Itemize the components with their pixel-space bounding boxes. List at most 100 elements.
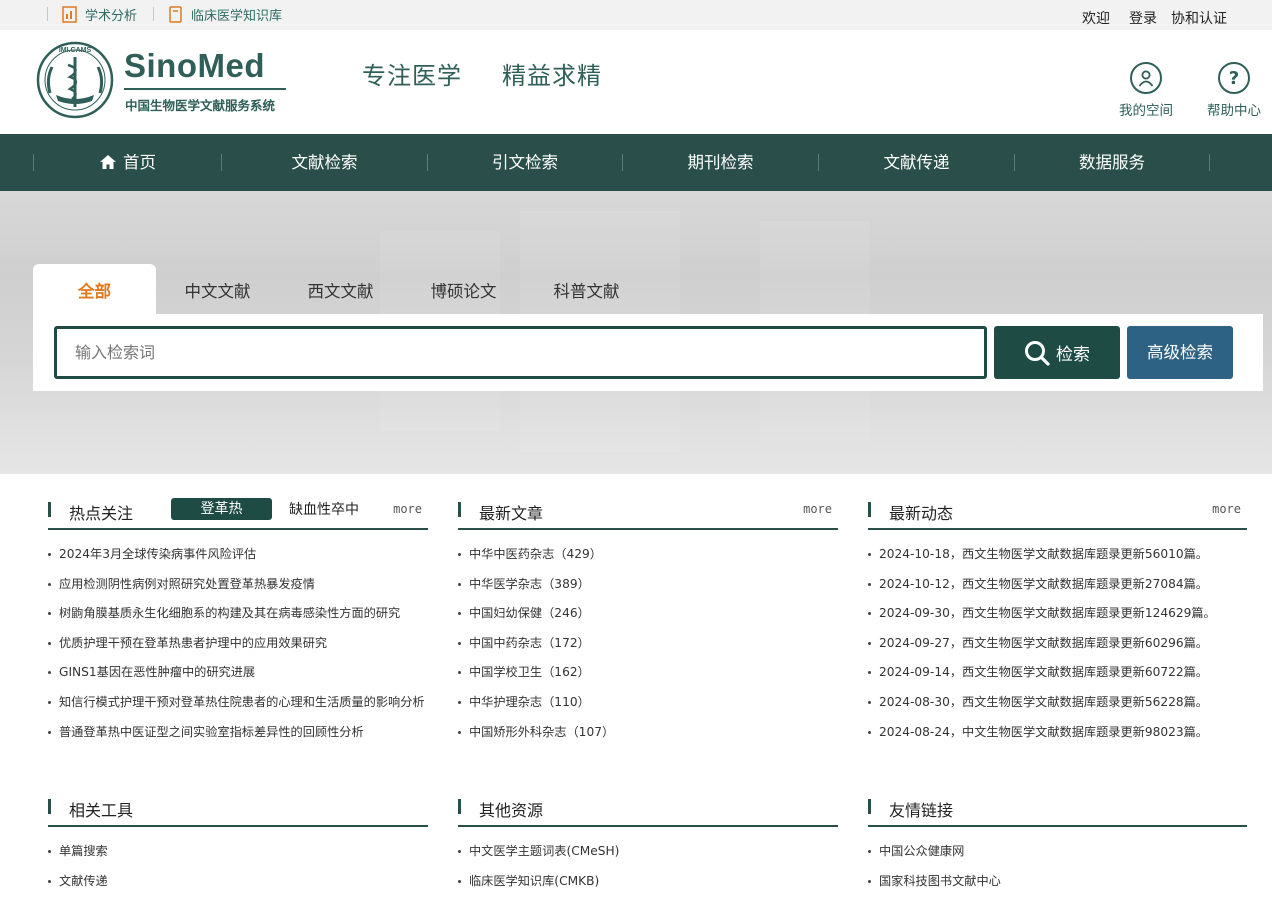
latest-articles-panel: 最新文章 more 中华中医药杂志（429） 中华医学杂志（389） 中国妇幼保… (458, 499, 838, 747)
panel-header: 热点关注 登革热 缺血性卒中 more (48, 498, 428, 530)
list-item[interactable]: 普通登革热中医证型之间实验室指标差异性的回顾性分析 (48, 718, 428, 748)
friendly-links-panel: 友情链接 中国公众健康网 国家科技图书文献中心 (868, 796, 1247, 896)
list-item[interactable]: 应用检测阴性病例对照研究处置登革热暴发疫情 (48, 570, 428, 600)
panel-title: 相关工具 (69, 801, 134, 820)
news-list: 2024-10-18，西文生物医学文献数据库题录更新56010篇。 2024-1… (868, 540, 1247, 747)
list-item[interactable]: 中国妇幼保健（246） (458, 599, 838, 629)
list-item[interactable]: 中国学校卫生（162） (458, 658, 838, 688)
brand-name[interactable]: SinoMed (124, 47, 265, 85)
title-marker (458, 799, 461, 814)
hot-tab-dengue[interactable]: 登革热 (171, 498, 272, 520)
my-space-button[interactable]: 我的空间 (1111, 62, 1181, 119)
question-icon: ? (1218, 62, 1250, 94)
list-item[interactable]: 单篇搜索 (48, 837, 428, 867)
panel-title: 最新文章 (479, 504, 544, 523)
list-item[interactable]: 知信行模式护理干预对登革热住院患者的心理和生活质量的影响分析 (48, 688, 428, 718)
nav-item-journal-search[interactable]: 期刊检索 (623, 134, 818, 191)
brand-subtitle: 中国生物医学文献服务系统 (125, 98, 276, 113)
more-link[interactable]: more (803, 502, 832, 516)
nav-item-citation-search[interactable]: 引文检索 (428, 134, 622, 191)
title-marker (48, 799, 51, 814)
help-center-label: 帮助中心 (1207, 103, 1261, 119)
my-space-label: 我的空间 (1119, 103, 1173, 119)
list-item[interactable]: 2024-10-12，西文生物医学文献数据库题录更新27084篇。 (868, 570, 1247, 600)
academic-analysis-label: 学术分析 (85, 9, 138, 24)
search-icon (1025, 340, 1050, 366)
brand-underline (124, 88, 286, 90)
list-item[interactable]: 优质护理干预在登革热患者护理中的应用效果研究 (48, 629, 428, 659)
latest-list: 中华中医药杂志（429） 中华医学杂志（389） 中国妇幼保健（246） 中国中… (458, 540, 838, 747)
clinical-kb-label: 临床医学知识库 (191, 9, 283, 24)
more-link[interactable]: more (393, 502, 422, 516)
list-item[interactable]: GINS1基因在恶性肿瘤中的研究进展 (48, 658, 428, 688)
list-item[interactable]: 中文医学主题词表(CMeSH) (458, 837, 838, 867)
divider (153, 7, 154, 21)
auth-link[interactable]: 协和认证 (1171, 8, 1227, 28)
academic-analysis-link[interactable]: 学术分析 (62, 5, 137, 24)
search-box (54, 326, 987, 379)
tab-western-literature[interactable]: 西文文献 (279, 264, 402, 314)
search-button[interactable]: 检索 (994, 326, 1120, 379)
title-marker (458, 502, 461, 517)
welcome-text: 欢迎 (1082, 11, 1110, 27)
site-header: IMI.CAMS SinoMed 中国生物医学文献服务系统 专注医学 精益求精 … (0, 30, 1272, 134)
sinomed-emblem-icon[interactable]: IMI.CAMS (36, 41, 114, 119)
top-bar: 学术分析 临床医学知识库 欢迎 登录 协和认证 (0, 0, 1272, 30)
panel-header: 最新文章 more (458, 499, 838, 530)
list-item[interactable]: 中国矫形外科杂志（107） (458, 718, 838, 748)
resources-list: 中文医学主题词表(CMeSH) 临床医学知识库(CMKB) (458, 837, 838, 896)
title-marker (868, 502, 871, 517)
tools-list: 单篇搜索 文献传递 (48, 837, 428, 896)
list-item[interactable]: 2024年3月全球传染病事件风险评估 (48, 540, 428, 570)
nav-divider (1209, 154, 1210, 171)
hot-tab-stroke[interactable]: 缺血性卒中 (289, 499, 359, 519)
list-item[interactable]: 2024-10-18，西文生物医学文献数据库题录更新56010篇。 (868, 540, 1247, 570)
divider (47, 7, 48, 21)
search-input[interactable] (57, 329, 984, 376)
list-item[interactable]: 中华医学杂志（389） (458, 570, 838, 600)
list-item[interactable]: 国家科技图书文献中心 (868, 867, 1247, 897)
list-item[interactable]: 中国中药杂志（172） (458, 629, 838, 659)
more-link[interactable]: more (1212, 502, 1241, 516)
chart-doc-icon (62, 6, 77, 23)
panel-title: 最新动态 (889, 504, 954, 523)
list-item[interactable]: 临床医学知识库(CMKB) (458, 867, 838, 897)
tab-all[interactable]: 全部 (33, 264, 156, 314)
panel-title: 其他资源 (479, 801, 544, 820)
clinical-kb-link[interactable]: 临床医学知识库 (168, 5, 282, 24)
main-nav: 首页 文献检索 引文检索 期刊检索 文献传递 数据服务 (0, 134, 1272, 191)
list-item[interactable]: 2024-09-30，西文生物医学文献数据库题录更新124629篇。 (868, 599, 1247, 629)
nav-item-data-service[interactable]: 数据服务 (1015, 134, 1209, 191)
panel-title: 友情链接 (889, 801, 954, 820)
list-item[interactable]: 树鼩角膜基质永生化细胞系的构建及其在病毒感染性方面的研究 (48, 599, 428, 629)
tab-popular-science[interactable]: 科普文献 (525, 264, 648, 314)
title-marker (48, 502, 51, 517)
list-item[interactable]: 中华护理杂志（110） (458, 688, 838, 718)
nav-item-home[interactable]: 首页 (34, 134, 221, 191)
emblem-text: IMI.CAMS (59, 47, 92, 54)
advanced-search-button[interactable]: 高级检索 (1127, 326, 1233, 379)
home-icon (100, 155, 116, 169)
slogan-2: 精益求精 (502, 62, 602, 90)
panel-title: 热点关注 (69, 504, 134, 523)
login-link[interactable]: 登录 (1129, 8, 1157, 28)
search-button-label: 检索 (1056, 345, 1090, 365)
tools-panel: 相关工具 单篇搜索 文献传递 (48, 796, 428, 896)
nav-item-document-delivery[interactable]: 文献传递 (819, 134, 1014, 191)
list-item[interactable]: 2024-09-27，西文生物医学文献数据库题录更新60296篇。 (868, 629, 1247, 659)
nav-home-label: 首页 (123, 153, 156, 172)
list-item[interactable]: 文献传递 (48, 867, 428, 897)
search-hero: 全部 中文文献 西文文献 博硕论文 科普文献 检索 高级检索 (0, 191, 1272, 474)
tab-dissertations[interactable]: 博硕论文 (402, 264, 525, 314)
list-item[interactable]: 中国公众健康网 (868, 837, 1247, 867)
help-center-button[interactable]: ? 帮助中心 (1199, 62, 1269, 119)
tab-chinese-literature[interactable]: 中文文献 (156, 264, 279, 314)
resources-panel: 其他资源 中文医学主题词表(CMeSH) 临床医学知识库(CMKB) (458, 796, 838, 896)
book-icon (169, 6, 182, 23)
nav-item-literature-search[interactable]: 文献检索 (222, 134, 427, 191)
list-item[interactable]: 2024-08-24，中文生物医学文献数据库题录更新98023篇。 (868, 718, 1247, 748)
hot-topics-panel: 热点关注 登革热 缺血性卒中 more 2024年3月全球传染病事件风险评估 应… (48, 498, 428, 748)
list-item[interactable]: 2024-08-30，西文生物医学文献数据库题录更新56228篇。 (868, 688, 1247, 718)
list-item[interactable]: 中华中医药杂志（429） (458, 540, 838, 570)
list-item[interactable]: 2024-09-14，西文生物医学文献数据库题录更新60722篇。 (868, 658, 1247, 688)
